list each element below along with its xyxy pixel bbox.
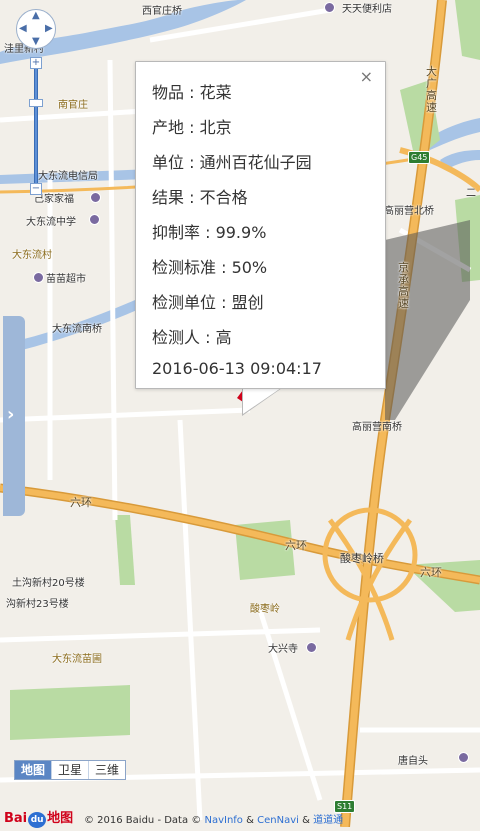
label-sixth-ring-mid: 六环 (285, 539, 307, 552)
side-panel-toggle[interactable]: › (3, 316, 25, 516)
label-dachang-expressway: 大广高速 (426, 65, 437, 114)
baidu-paw-icon: du (28, 812, 47, 828)
label-sixth-ring-left: 六环 (70, 496, 92, 509)
zoom-out-button[interactable]: − (30, 183, 42, 195)
green-sw (10, 685, 130, 740)
popup-tail (243, 388, 281, 414)
label-gaoliying-south-bridge: 高丽营南桥 (352, 422, 402, 433)
info-tester: 检测人 : 高 (152, 328, 232, 347)
zoom-control[interactable]: + − (29, 55, 43, 195)
zoom-in-button[interactable]: + (30, 57, 42, 69)
info-timestamp: 2016-06-13 09:04:17 (152, 359, 322, 378)
label-sixth-ring-right: 六环 (420, 566, 442, 579)
zoom-slider-thumb[interactable] (29, 99, 43, 107)
label-jingcheng-expressway: 京承高速 (398, 261, 409, 310)
label-dadongliu-middle-school: 大东流中学 (26, 217, 76, 228)
baidu-logo[interactable]: Bai du 地图 (4, 807, 73, 828)
label-miaomiao-supermarket: 苗苗超市 (46, 274, 86, 285)
label-tiantian-store: 天天便利店 (342, 4, 392, 15)
info-unit: 单位 : 通州百花仙子园 (152, 153, 312, 172)
info-item: 物品 : 花菜 (152, 83, 232, 102)
label-dadongliu-village: 大东流村 (12, 250, 52, 261)
school-poi-icon (89, 214, 100, 225)
label-tugou-20: 土沟新村20号楼 (12, 578, 85, 589)
label-dadongliu-nursery: 大东流苗圃 (52, 654, 102, 665)
green-strip (115, 515, 135, 585)
zoom-track[interactable] (34, 65, 38, 185)
info-inhibition-rate: 抑制率 : 99.9% (152, 223, 267, 242)
label-dadongliu-telecom: 大东流电信局 (38, 171, 98, 182)
store-poi-icon (324, 2, 335, 13)
temple-poi-icon (306, 642, 317, 653)
green-ne (455, 0, 480, 60)
info-origin: 产地 : 北京 (152, 118, 232, 137)
label-suanzaoling: 酸枣岭 (250, 604, 280, 615)
info-standard: 检测标准 : 50% (152, 258, 268, 277)
label-tugou-23: 沟新村23号楼 (6, 599, 69, 610)
info-result: 结果 : 不合格 (152, 188, 248, 207)
supermarket-poi-icon (33, 272, 44, 283)
info-testing-unit: 检测单位 : 盟创 (152, 293, 264, 312)
chevron-right-icon: › (7, 404, 15, 425)
label-daxing-temple: 大兴寺 (268, 644, 298, 655)
map-type-3d[interactable]: 三维 (89, 761, 125, 779)
pan-up-icon[interactable]: ▲ (32, 11, 40, 21)
pan-down-icon[interactable]: ▼ (32, 37, 40, 47)
info-window: × 物品 : 花菜 产地 : 北京 单位 : 通州百花仙子园 结果 : 不合格 … (135, 61, 386, 389)
map-type-satellite[interactable]: 卫星 (52, 761, 90, 779)
copyright: © 2016 Baidu - Data © NavInfo & CenNavi … (84, 815, 344, 826)
label-suanzaoling-bridge: 酸枣岭桥 (340, 552, 384, 565)
map-type-map[interactable]: 地图 (15, 761, 53, 779)
label-tangbaitou: 唐自头 (398, 756, 428, 767)
pan-control[interactable]: ▲ ▼ ◀ ▶ (16, 9, 56, 49)
popup-shadow (385, 220, 470, 420)
g45-shield: G45 (408, 151, 431, 164)
label-nanguanzhuang: 南官庄 (58, 100, 88, 111)
label-erqi: 二 (466, 188, 476, 199)
pan-right-icon[interactable]: ▶ (45, 24, 53, 34)
pan-left-icon[interactable]: ◀ (19, 24, 27, 34)
map-type-switch[interactable]: 地图 卫星 三维 (14, 760, 127, 780)
navinfo-link[interactable]: NavInfo (204, 815, 242, 826)
store-poi-icon (90, 192, 101, 203)
close-icon[interactable]: × (360, 67, 373, 86)
label-dadongliu-south-bridge: 大东流南桥 (52, 324, 102, 335)
label-gaoliying-north-bridge: 高丽营北桥 (384, 206, 434, 217)
daodaotong-link[interactable]: 道道通 (313, 815, 343, 826)
label-xiguanzhuang-bridge: 西官庄桥 (142, 6, 182, 17)
cennavi-link[interactable]: CenNavi (257, 815, 299, 826)
poi-icon (458, 752, 469, 763)
map-footer: Bai du 地图 © 2016 Baidu - Data © NavInfo & … (0, 804, 480, 828)
